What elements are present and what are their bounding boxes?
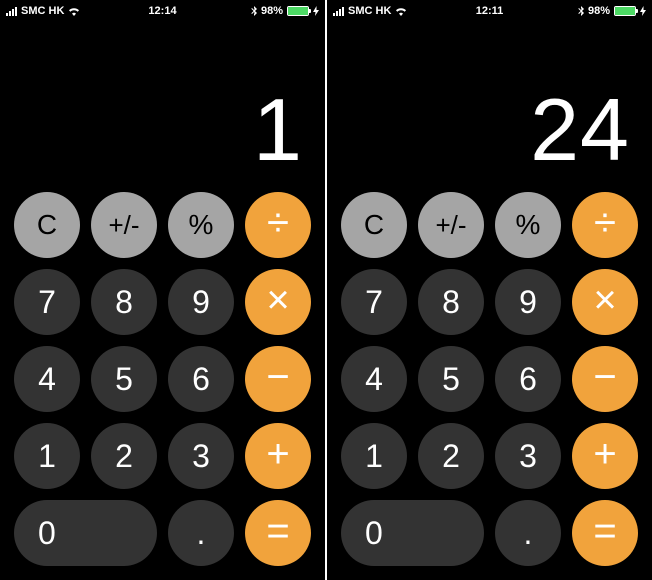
percent-button[interactable]: %	[168, 192, 234, 258]
digit-4-button[interactable]: 4	[341, 346, 407, 412]
digit-5-button[interactable]: 5	[91, 346, 157, 412]
equals-button[interactable]: =	[245, 500, 311, 566]
calc-display-value: 1	[253, 86, 303, 174]
battery-icon	[287, 6, 309, 16]
clock-label: 12:11	[327, 5, 652, 17]
sign-toggle-button[interactable]: +/-	[91, 192, 157, 258]
calculator-screen-left: SMC HK 12:14 98% 1 C +/- % ÷ 7 8	[0, 0, 325, 580]
digit-4-button[interactable]: 4	[14, 346, 80, 412]
keypad: C +/- % ÷ 7 8 9 × 4 5 6 − 1 2 3 +	[327, 181, 652, 580]
status-bar: SMC HK 12:14 98%	[0, 0, 325, 20]
divide-button[interactable]: ÷	[572, 192, 638, 258]
digit-2-button[interactable]: 2	[91, 423, 157, 489]
clear-button[interactable]: C	[341, 192, 407, 258]
digit-6-button[interactable]: 6	[495, 346, 561, 412]
digit-3-button[interactable]: 3	[168, 423, 234, 489]
calc-display: 1	[0, 20, 325, 178]
digit-0-button[interactable]: 0	[14, 500, 157, 566]
multiply-button[interactable]: ×	[572, 269, 638, 335]
calculator-screen-right: SMC HK 12:11 98% 24 C +/- % ÷ 7	[327, 0, 652, 580]
keypad: C +/- % ÷ 7 8 9 × 4 5 6 − 1 2 3 +	[0, 181, 325, 580]
digit-7-button[interactable]: 7	[341, 269, 407, 335]
sign-toggle-button[interactable]: +/-	[418, 192, 484, 258]
battery-icon	[614, 6, 636, 16]
digit-8-button[interactable]: 8	[418, 269, 484, 335]
decimal-button[interactable]: .	[168, 500, 234, 566]
percent-button[interactable]: %	[495, 192, 561, 258]
minus-button[interactable]: −	[245, 346, 311, 412]
digit-8-button[interactable]: 8	[91, 269, 157, 335]
divide-button[interactable]: ÷	[245, 192, 311, 258]
calc-display: 24	[327, 20, 652, 178]
plus-button[interactable]: +	[572, 423, 638, 489]
status-bar: SMC HK 12:11 98%	[327, 0, 652, 20]
digit-5-button[interactable]: 5	[418, 346, 484, 412]
digit-2-button[interactable]: 2	[418, 423, 484, 489]
calc-display-value: 24	[530, 86, 630, 174]
plus-button[interactable]: +	[245, 423, 311, 489]
digit-1-button[interactable]: 1	[341, 423, 407, 489]
digit-9-button[interactable]: 9	[495, 269, 561, 335]
digit-6-button[interactable]: 6	[168, 346, 234, 412]
digit-3-button[interactable]: 3	[495, 423, 561, 489]
minus-button[interactable]: −	[572, 346, 638, 412]
multiply-button[interactable]: ×	[245, 269, 311, 335]
clock-label: 12:14	[0, 5, 325, 17]
decimal-button[interactable]: .	[495, 500, 561, 566]
digit-0-button[interactable]: 0	[341, 500, 484, 566]
digit-1-button[interactable]: 1	[14, 423, 80, 489]
digit-7-button[interactable]: 7	[14, 269, 80, 335]
clear-button[interactable]: C	[14, 192, 80, 258]
equals-button[interactable]: =	[572, 500, 638, 566]
digit-9-button[interactable]: 9	[168, 269, 234, 335]
